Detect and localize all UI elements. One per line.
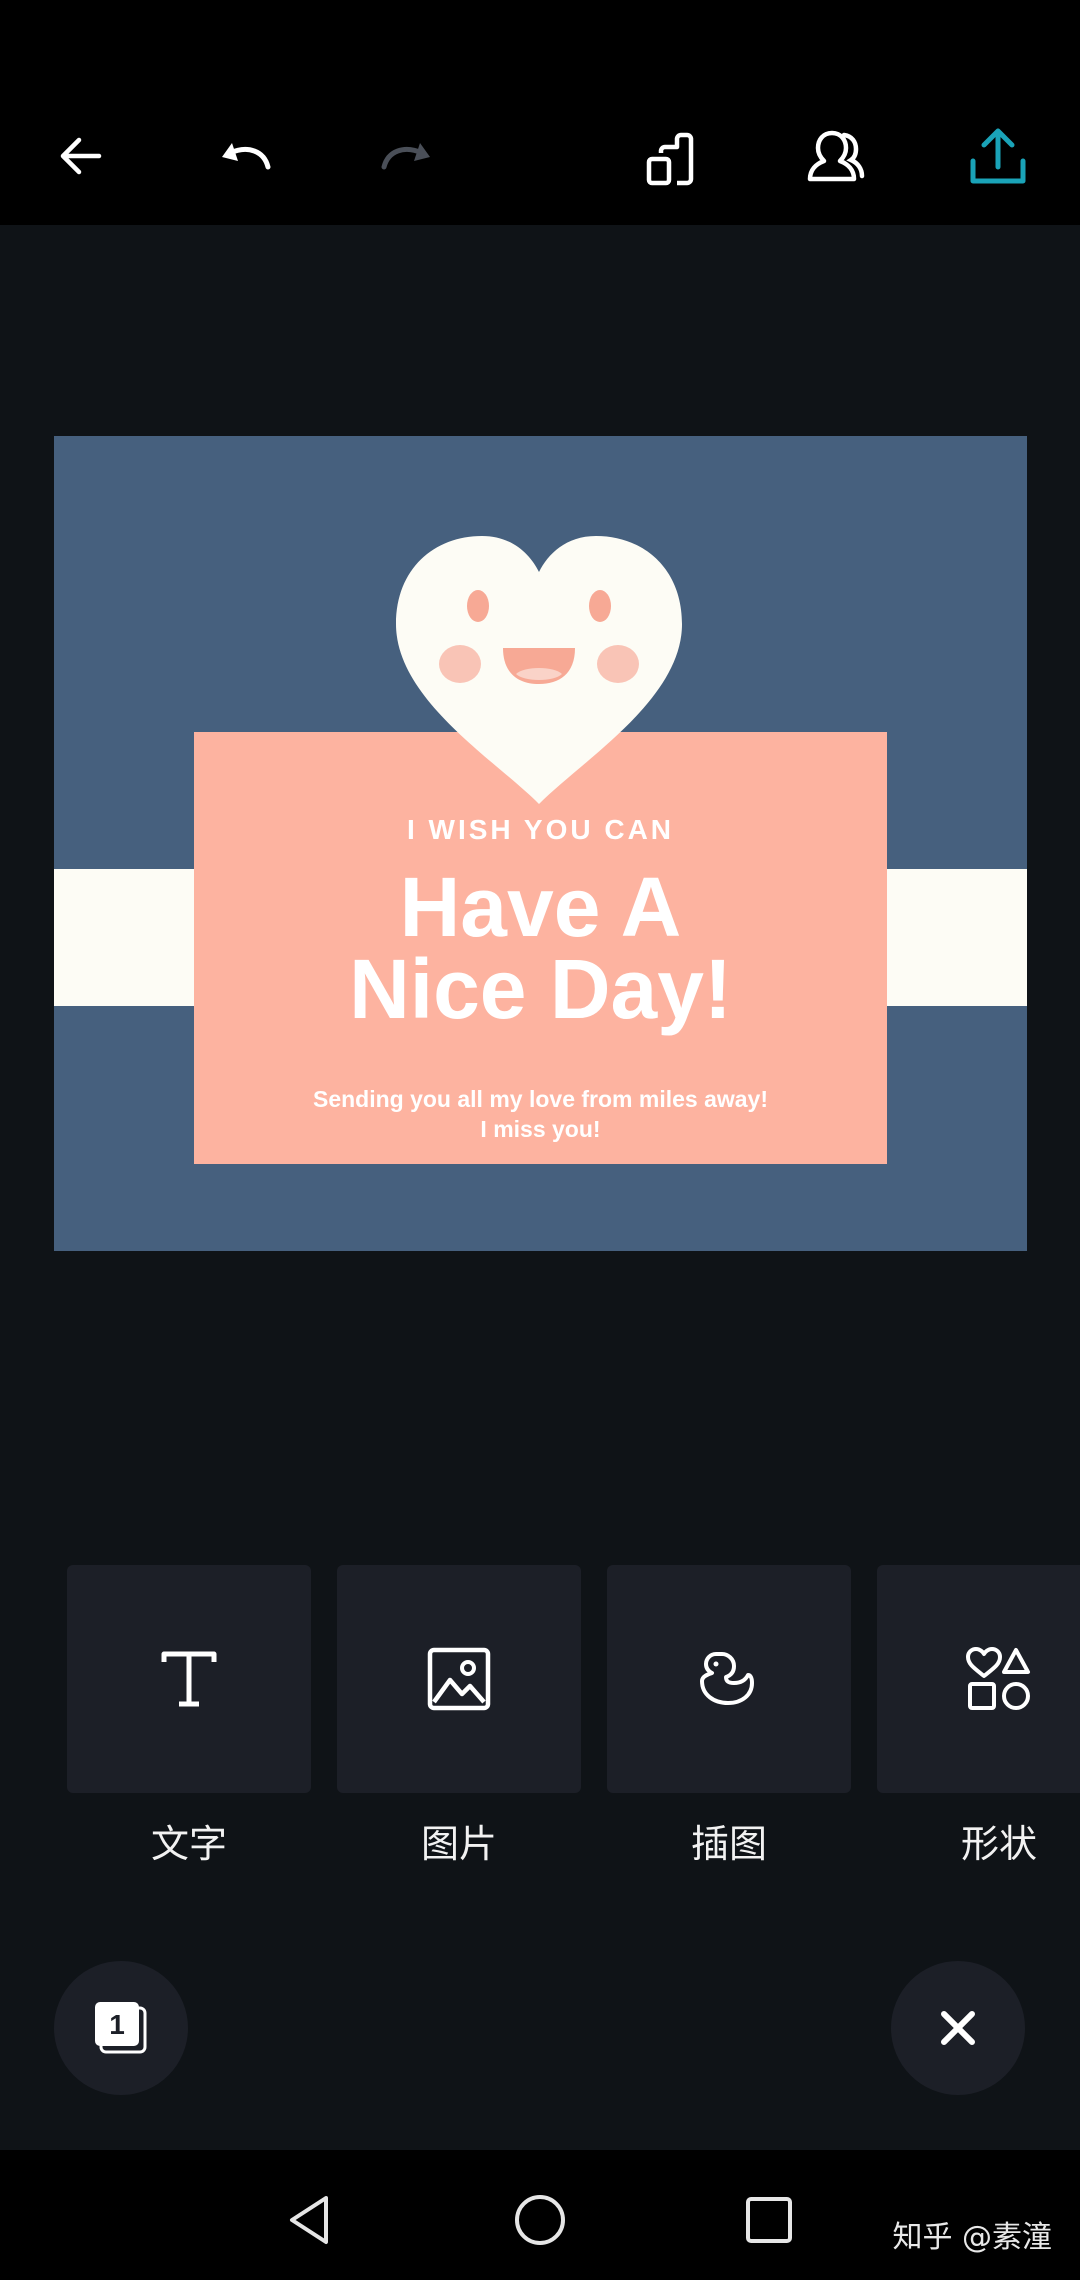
back-button[interactable] [34,108,130,204]
tool-shapes-tile[interactable] [877,1565,1080,1793]
export-icon [970,128,1026,184]
resize-button[interactable] [624,108,720,204]
nav-recents-icon [746,2197,792,2243]
card-title[interactable]: Have A Nice Day! [194,860,887,1036]
card-message[interactable]: Sending you all my love from miles away!… [194,1084,887,1144]
shapes-icon [966,1647,1030,1710]
redo-icon [381,143,430,170]
tool-image-label: 图片 [420,1822,497,1866]
tool-illustration-tile[interactable] [607,1565,851,1793]
top-toolbar [0,0,1080,225]
card-subtitle[interactable]: I WISH YOU CAN [194,814,887,846]
tool-text[interactable]: 文字 [67,1565,311,1868]
card-title-line1: Have A [399,860,682,954]
pages-icon: 1 [95,2002,147,2054]
pages-button[interactable]: 1 [54,1961,188,2095]
text-icon [161,1651,217,1707]
tool-image[interactable]: 图片 [337,1565,581,1868]
tool-illustration-label: 插图 [690,1822,767,1866]
image-icon [427,1647,491,1711]
tool-shapes-label: 形状 [960,1822,1037,1866]
tool-text-label: 文字 [150,1822,227,1866]
tool-image-tile[interactable] [337,1565,581,1793]
close-button[interactable] [891,1961,1025,2095]
nav-home-icon [515,2195,565,2245]
redo-button[interactable] [359,108,455,204]
card-message-line2: I miss you! [480,1116,601,1142]
card-title-line2: Nice Day! [349,942,732,1036]
smiling-heart-illustration[interactable] [374,514,704,814]
tool-shapes[interactable]: 形状 [877,1565,1080,1868]
nav-back-icon [290,2196,328,2244]
card-message-line1: Sending you all my love from miles away! [312,1086,769,1112]
watermark-text: 知乎 @素潼 [892,2220,1052,2255]
export-button[interactable] [950,108,1046,204]
close-icon [941,2011,975,2045]
page-count: 1 [109,2009,125,2040]
collaborators-icon [807,130,865,182]
back-arrow-icon [60,137,102,175]
design-card[interactable]: I WISH YOU CAN Have A Nice Day! Sending … [54,436,1027,1251]
nav-home-button[interactable] [500,2180,580,2260]
resize-icon [646,132,694,186]
tool-illustration[interactable]: 插图 [607,1565,851,1868]
tool-text-tile[interactable] [67,1565,311,1793]
undo-button[interactable] [197,108,293,204]
nav-recents-button[interactable] [729,2180,809,2260]
nav-back-button[interactable] [270,2180,350,2260]
illustration-duck-icon [700,1652,754,1705]
undo-icon [222,143,271,170]
collaborators-button[interactable] [787,108,883,204]
